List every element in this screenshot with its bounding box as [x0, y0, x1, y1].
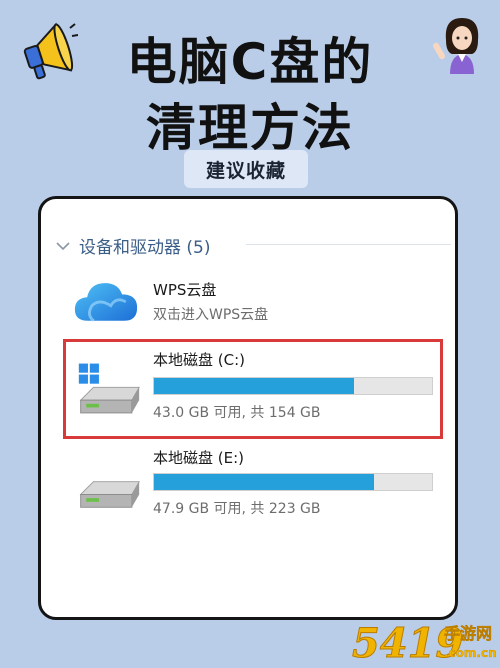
bookmark-tag: 建议收藏 — [184, 150, 308, 188]
devices-section-header[interactable]: 设备和驱动器 (5) — [55, 233, 210, 258]
c-drive-usage-bar — [153, 377, 433, 395]
e-drive-usage-bar — [153, 473, 433, 491]
section-label: 设备和驱动器 (5) — [79, 238, 211, 258]
page-title-line1: 电脑C盘的 — [126, 33, 374, 91]
hard-drive-icon — [79, 481, 140, 508]
drive-name: 本地磁盘 (C:) — [153, 351, 245, 369]
section-divider — [246, 244, 451, 245]
drive-item-wps-cloud[interactable]: WPS云盘 双击进入WPS云盘 — [73, 273, 433, 333]
usage-bar-fill — [154, 378, 355, 394]
drive-item-e[interactable]: 本地磁盘 (E:) 47.9 GB 可用, 共 223 GB — [73, 445, 433, 529]
drive-subtitle: 双击进入WPS云盘 — [153, 307, 269, 323]
watermark-url: .com.cn — [444, 646, 497, 660]
windows-drive-icon — [78, 363, 140, 414]
watermark-name: 手游网 — [444, 624, 493, 643]
explorer-panel: 设备和驱动器 (5) WPS云盘 双击进入WPS云盘 本地磁盘 (C:) 43.… — [38, 196, 458, 620]
drive-name: 本地磁盘 (E:) — [153, 449, 245, 467]
cloud-icon — [74, 283, 138, 322]
chevron-down-icon[interactable] — [55, 238, 71, 254]
drive-subtitle: 43.0 GB 可用, 共 154 GB — [153, 405, 321, 421]
drive-item-c[interactable]: 本地磁盘 (C:) 43.0 GB 可用, 共 154 GB — [73, 347, 433, 431]
usage-bar-fill — [154, 474, 374, 490]
watermark-logo: 5419 手游网 .com.cn — [351, 620, 500, 668]
drive-name: WPS云盘 — [153, 281, 217, 299]
drive-subtitle: 47.9 GB 可用, 共 223 GB — [153, 501, 321, 517]
